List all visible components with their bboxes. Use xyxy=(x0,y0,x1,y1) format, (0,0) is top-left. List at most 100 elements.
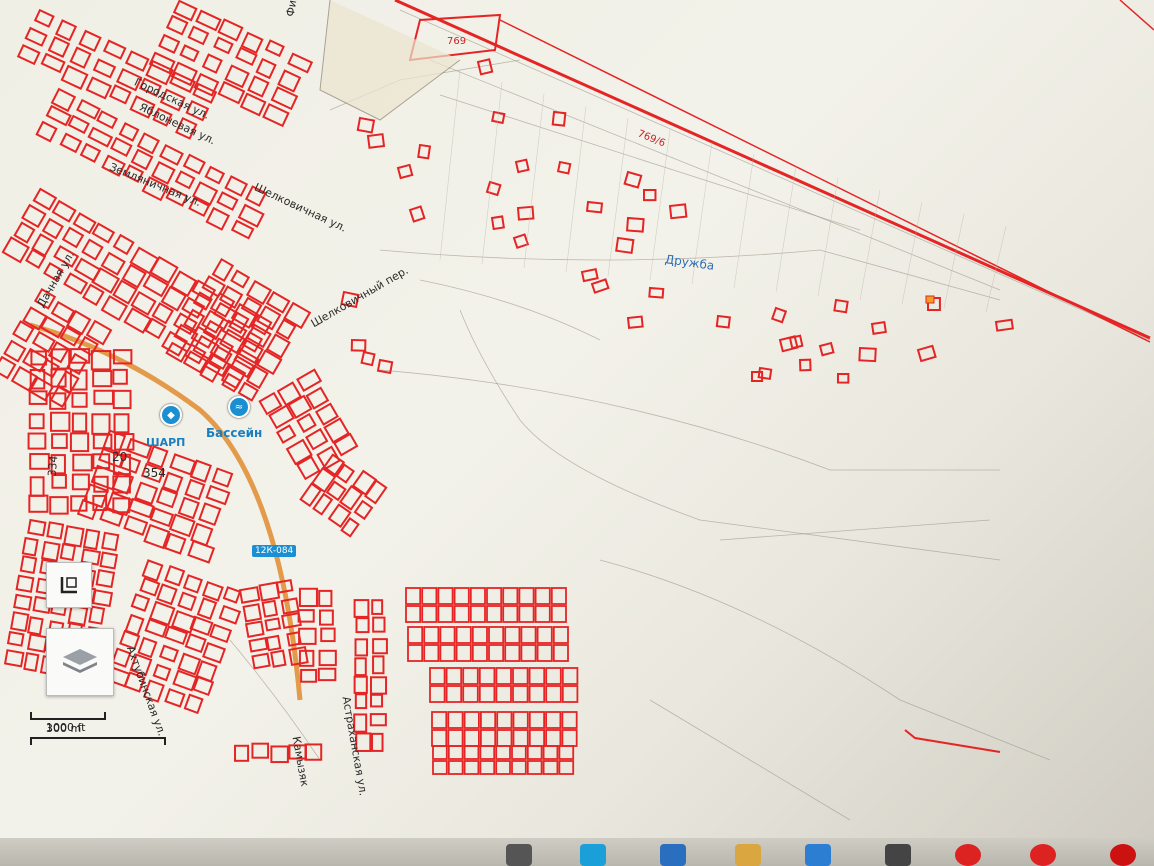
parcel[interactable] xyxy=(354,693,368,710)
parcel[interactable] xyxy=(192,675,215,697)
parcel[interactable] xyxy=(59,542,77,562)
parcel[interactable] xyxy=(204,165,226,185)
parcel[interactable] xyxy=(67,114,90,135)
parcel[interactable] xyxy=(50,411,71,432)
parcel[interactable] xyxy=(251,652,271,670)
parcel[interactable] xyxy=(318,589,333,607)
parcel[interactable] xyxy=(258,581,281,602)
parcel[interactable] xyxy=(354,638,369,657)
parcel[interactable] xyxy=(72,212,97,235)
parcel[interactable] xyxy=(152,663,172,682)
parcel[interactable] xyxy=(156,583,178,606)
parcel[interactable] xyxy=(318,609,334,626)
parcel[interactable] xyxy=(170,270,198,298)
parcel[interactable] xyxy=(143,523,171,550)
parcel[interactable] xyxy=(169,453,197,476)
taskbar-opera2-icon[interactable] xyxy=(1110,844,1136,866)
taskbar-folder-icon[interactable] xyxy=(735,844,761,866)
parcel[interactable] xyxy=(372,616,386,633)
parcel[interactable] xyxy=(142,273,170,298)
parcel[interactable] xyxy=(136,132,160,155)
parcel[interactable] xyxy=(13,221,36,244)
parcel[interactable] xyxy=(76,98,101,120)
parcel[interactable] xyxy=(333,432,359,457)
parcel[interactable] xyxy=(217,18,244,42)
parcel[interactable] xyxy=(81,238,104,261)
parcel[interactable] xyxy=(71,412,88,433)
parcel[interactable] xyxy=(109,84,132,105)
parcel[interactable] xyxy=(73,257,102,282)
parcel[interactable] xyxy=(262,103,290,128)
parcel[interactable] xyxy=(318,649,337,667)
parcel[interactable] xyxy=(15,574,35,593)
parcel[interactable] xyxy=(47,36,71,58)
parcel[interactable] xyxy=(179,44,200,63)
parcel[interactable] xyxy=(182,574,203,594)
parcel[interactable] xyxy=(127,497,155,519)
parcel[interactable] xyxy=(304,743,323,761)
parcel[interactable] xyxy=(163,532,187,555)
parcel[interactable] xyxy=(261,599,279,618)
parcel[interactable] xyxy=(165,14,189,36)
parcel[interactable] xyxy=(71,392,88,408)
taskbar-opera-icon[interactable] xyxy=(1030,844,1056,866)
taskbar-app-icon[interactable] xyxy=(885,844,911,866)
parcel[interactable] xyxy=(174,170,196,190)
parcel[interactable] xyxy=(3,649,25,668)
parcel[interactable] xyxy=(264,39,285,58)
parcel[interactable] xyxy=(144,618,169,638)
parcel[interactable] xyxy=(298,627,317,645)
parcel[interactable] xyxy=(3,339,27,363)
parcel[interactable] xyxy=(177,591,197,612)
parcel[interactable] xyxy=(353,675,368,694)
parcel[interactable] xyxy=(141,559,164,582)
parcel[interactable] xyxy=(372,655,385,675)
parcel[interactable] xyxy=(32,187,58,211)
parcel[interactable] xyxy=(51,433,68,449)
parcel[interactable] xyxy=(51,199,77,223)
parcel[interactable] xyxy=(123,514,149,536)
parcel[interactable] xyxy=(196,597,218,620)
parcel[interactable] xyxy=(149,255,179,285)
parcel[interactable] xyxy=(33,8,55,28)
parcel[interactable] xyxy=(0,355,17,380)
parcel[interactable] xyxy=(287,52,314,74)
parcel[interactable] xyxy=(211,467,234,488)
parcel[interactable] xyxy=(209,623,233,644)
parcel[interactable] xyxy=(129,246,160,275)
parcel[interactable] xyxy=(59,132,83,154)
parcel[interactable] xyxy=(201,580,224,602)
parcel[interactable] xyxy=(87,126,114,148)
parcel[interactable] xyxy=(112,233,135,256)
parcel[interactable] xyxy=(23,652,40,672)
parcel[interactable] xyxy=(69,46,92,69)
parcel[interactable] xyxy=(264,617,282,632)
parcel[interactable] xyxy=(60,64,89,90)
parcel[interactable] xyxy=(265,634,282,652)
parcel[interactable] xyxy=(276,381,303,407)
parcel[interactable] xyxy=(183,693,204,715)
parcel[interactable] xyxy=(182,153,206,175)
parcel[interactable] xyxy=(371,599,384,615)
parcel[interactable] xyxy=(92,370,113,388)
parcel[interactable] xyxy=(27,432,47,450)
parcel[interactable] xyxy=(211,257,235,282)
parcel[interactable] xyxy=(41,217,64,240)
parcel[interactable] xyxy=(317,667,337,682)
parcel[interactable] xyxy=(112,389,132,410)
taskbar-edge-icon[interactable] xyxy=(580,844,606,866)
parcel[interactable] xyxy=(296,412,317,434)
parcel[interactable] xyxy=(91,222,116,244)
parcel[interactable] xyxy=(49,496,69,515)
parcel[interactable] xyxy=(195,9,222,32)
parcel[interactable] xyxy=(113,413,130,434)
parcel[interactable] xyxy=(82,283,105,307)
parcel[interactable] xyxy=(69,432,90,453)
parcel[interactable] xyxy=(187,25,210,46)
parcel[interactable] xyxy=(198,502,222,527)
parcel[interactable] xyxy=(102,39,127,60)
parcel[interactable] xyxy=(92,433,113,450)
parcel[interactable] xyxy=(118,122,140,142)
parcel[interactable] xyxy=(298,587,318,607)
parcel[interactable] xyxy=(124,50,150,73)
